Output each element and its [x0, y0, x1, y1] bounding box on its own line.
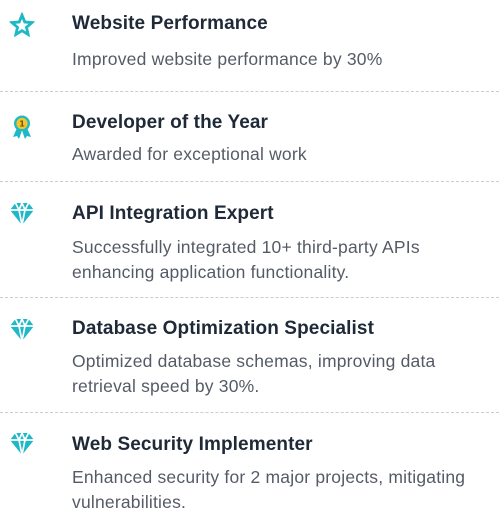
diamond-icon — [8, 200, 36, 228]
divider — [0, 412, 499, 413]
achievement-description: Optimized database schemas, improving da… — [72, 351, 436, 396]
svg-text:1: 1 — [19, 119, 25, 128]
achievements-list: Website Performance Improved website per… — [0, 0, 499, 522]
diamond-icon — [8, 430, 36, 458]
achievement-description: Improved website performance by 30% — [72, 49, 383, 69]
achievement-title: Website Performance — [72, 13, 268, 34]
achievement-title: Developer of the Year — [72, 112, 269, 133]
divider — [0, 91, 499, 92]
achievement-description: Successfully integrated 10+ third-party … — [72, 237, 420, 282]
achievement-title: Database Optimization Specialist — [72, 318, 375, 339]
divider — [0, 181, 499, 182]
divider — [0, 297, 499, 298]
star-icon — [8, 11, 36, 39]
achievement-description: Enhanced security for 2 major projects, … — [72, 467, 466, 512]
achievement-description: Awarded for exceptional work — [72, 144, 307, 164]
achievement-title: API Integration Expert — [72, 203, 274, 224]
award-medal-icon: 1 — [8, 113, 36, 141]
achievement-title: Web Security Implementer — [72, 434, 313, 455]
diamond-icon — [8, 316, 36, 344]
